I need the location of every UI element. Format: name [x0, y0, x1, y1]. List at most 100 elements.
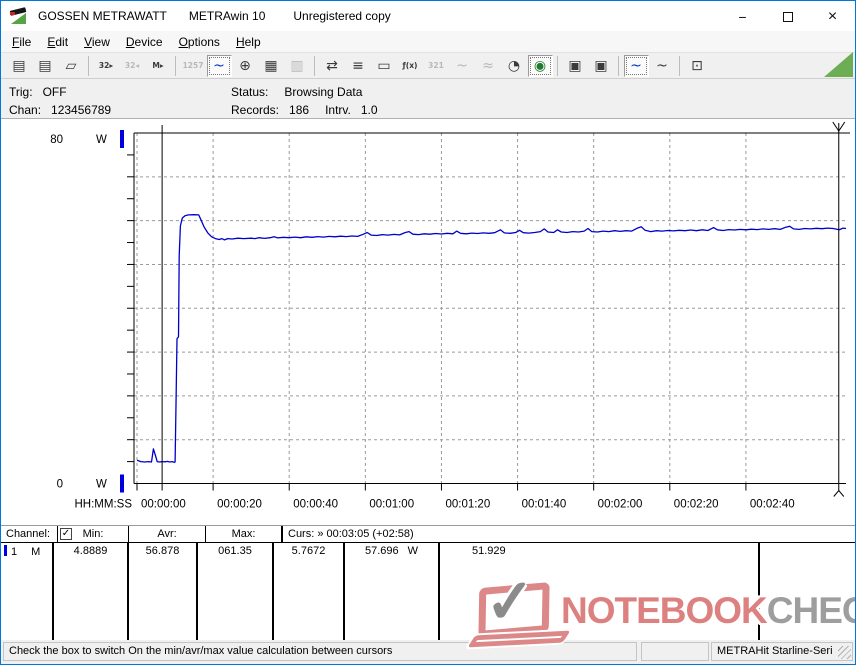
- title-document-name: METRAwin 10: [188, 9, 266, 23]
- statusbar-middle-pane: [641, 642, 709, 661]
- toolbar-separator: [88, 55, 89, 76]
- status-label: Status:: [231, 85, 269, 99]
- x-tick-label: 00:02:40: [750, 499, 795, 511]
- cursor-display-icon[interactable]: ⊕: [233, 55, 258, 77]
- minmax-checkbox[interactable]: ✓: [60, 528, 72, 540]
- channel-color-marker: [4, 545, 7, 556]
- wave-damped-icon: ≈: [482, 57, 494, 74]
- toolbar-separator: [557, 55, 558, 76]
- stopwatch-icon[interactable]: ◉: [527, 54, 553, 77]
- toolbar-separator: [175, 55, 176, 76]
- chan-label: Chan:: [9, 103, 42, 117]
- cursor-2-bottom-handle[interactable]: [833, 489, 845, 497]
- y-unit-bottom-label: W: [96, 479, 107, 491]
- maximize-icon: [782, 11, 793, 22]
- channel-marker-top: [120, 130, 124, 148]
- y-max-label: 80: [50, 134, 63, 146]
- open-file-icon[interactable]: ▱: [59, 55, 84, 77]
- toolbar-separator: [679, 55, 680, 76]
- menu-bar: File Edit View Device Options Help: [1, 31, 855, 52]
- read-device-icon[interactable]: 32▸: [94, 55, 119, 77]
- status-bar: Check the box to switch On the min/avr/m…: [1, 640, 855, 664]
- table-header-row: Channel: ✓ Min: Avr: Max: Curs: » 00:03:…: [1, 526, 855, 543]
- resize-grip[interactable]: [838, 646, 851, 659]
- x-tick-label: 00:02:20: [674, 499, 719, 511]
- bar-display-icon: ▥: [290, 57, 304, 74]
- x-tick-label: 00:00:20: [217, 499, 262, 511]
- minimize-button[interactable]: −: [720, 2, 765, 31]
- toolbar-separator: [618, 55, 619, 76]
- print-preview-icon[interactable]: ▣: [563, 55, 588, 77]
- power-chart-panel: 00:00:00 00:00:20 00:00:40 00:01:00 00:01:20…: [1, 119, 855, 525]
- save-data-icon[interactable]: ▤: [7, 55, 32, 77]
- power-chart-svg: 00:00:00 00:00:20 00:00:40 00:01:00 00:01:20…: [50, 121, 850, 511]
- header-max: Max:: [206, 526, 283, 542]
- x-tick-label: 00:02:00: [598, 499, 643, 511]
- x-tick-label: 00:01:40: [522, 499, 567, 511]
- title-license-status: Unregistered copy: [293, 9, 391, 23]
- trig-value: OFF: [42, 85, 67, 99]
- pc-connect-icon[interactable]: ⇄: [320, 55, 345, 77]
- cursor2-unit: W: [407, 545, 419, 557]
- x-axis-format-label: HH:MM:SS: [75, 499, 133, 511]
- channel-marker-bottom: [120, 474, 124, 493]
- y-min-label: 0: [57, 479, 63, 491]
- wave-sine-icon: ~: [456, 57, 468, 74]
- title-bar: GOSSEN METRAWATT METRAwin 10 Unregistere…: [1, 1, 855, 31]
- x-tick-label: 00:01:20: [445, 499, 490, 511]
- channel-mode: M: [31, 546, 41, 558]
- toolbar-separator: [314, 55, 315, 76]
- close-button[interactable]: ×: [810, 2, 855, 31]
- metrawin-window: GOSSEN METRAWATT METRAwin 10 Unregistere…: [0, 0, 856, 665]
- chan-value: 123456789: [51, 103, 112, 117]
- cell-channel: 1M: [1, 543, 54, 640]
- table-row: 1M 4.8889 56.878 061.35 5.7672 57.696 W 5…: [1, 543, 855, 640]
- interval-value: 1.0: [360, 103, 378, 117]
- window-controls: − ×: [720, 2, 855, 31]
- monitor-config-icon[interactable]: ▭: [372, 55, 397, 77]
- status-value: Browsing Data: [284, 85, 363, 99]
- records-label: Records:: [231, 103, 280, 117]
- measurement-table: Channel: ✓ Min: Avr: Max: Curs: » 00:03:…: [1, 525, 855, 640]
- time-setup-icon[interactable]: ◔: [502, 55, 527, 77]
- header-channel: Channel:: [1, 526, 58, 542]
- memory-read-icon[interactable]: M▸: [146, 55, 171, 77]
- cell-cursor1-value: 5.7672: [274, 543, 345, 640]
- save-as-icon[interactable]: ▤: [33, 55, 58, 77]
- x-tick-label: 00:00:40: [293, 499, 338, 511]
- records-value: 186: [289, 103, 310, 117]
- header-min-label: Min:: [82, 528, 104, 540]
- formula-icon[interactable]: ƒ(x): [398, 55, 423, 77]
- zoom-signal-icon[interactable]: ~: [623, 54, 649, 77]
- device-status-panel: Trig: OFF Chan: 123456789 Status: Browsing …: [1, 79, 855, 119]
- display-321-icon: 321: [428, 61, 444, 70]
- header-avr: Avr:: [129, 526, 206, 542]
- menu-view[interactable]: View: [76, 33, 118, 51]
- cell-max: 061.35: [198, 543, 274, 640]
- numeric-display-icon: 1257: [182, 61, 204, 70]
- device-config-icon[interactable]: ≡: [346, 55, 371, 77]
- annotation-icon[interactable]: ⊡: [685, 55, 710, 77]
- send-device-icon: 32◂: [124, 61, 140, 70]
- header-cursors: Curs: » 00:03:05 (+02:58): [288, 528, 414, 540]
- menu-edit[interactable]: Edit: [39, 33, 76, 51]
- menu-device[interactable]: Device: [118, 33, 171, 51]
- cell-empty: [760, 543, 855, 640]
- menu-file[interactable]: File: [4, 33, 39, 51]
- print-icon[interactable]: ▣: [589, 55, 614, 77]
- title-app-name: GOSSEN METRAWATT: [38, 9, 167, 23]
- chart-display-icon[interactable]: ~: [206, 54, 232, 77]
- interval-label: Intrv.: [325, 103, 351, 117]
- table-display-icon[interactable]: ▦: [259, 55, 284, 77]
- zoom-curve-icon[interactable]: ~: [650, 55, 675, 77]
- cell-cursor-delta: 51.929: [440, 543, 760, 640]
- maximize-button[interactable]: [765, 2, 810, 31]
- statusbar-device-name: METRAHit Starline-Seri: [711, 642, 853, 661]
- power-trace: [136, 214, 847, 463]
- toolbar: ▤ ▤ ▱ 32▸ 32◂ M▸ 1257 ~ ⊕ ▦ ▥ ⇄ ≡ ▭ ƒ(x) 321 ~ ≈ ◔ ◉ ▣ ▣ ~ ~ ⊡: [1, 52, 855, 79]
- header-min: ✓ Min:: [58, 526, 129, 542]
- toolbar-brand-triangle-icon: [824, 52, 853, 77]
- menu-options[interactable]: Options: [171, 33, 228, 51]
- menu-help[interactable]: Help: [228, 33, 269, 51]
- app-logo-icon: [9, 7, 29, 24]
